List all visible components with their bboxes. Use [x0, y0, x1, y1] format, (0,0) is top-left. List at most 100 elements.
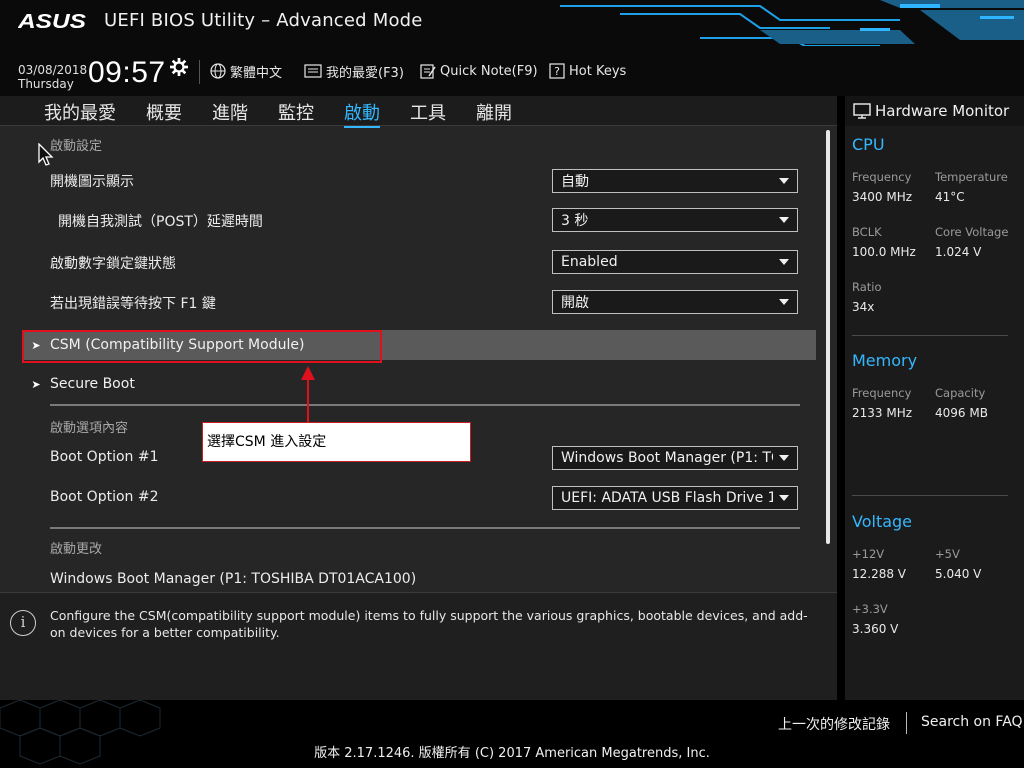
- voltage-3v3-label: +3.3V: [852, 602, 888, 616]
- tab-overview[interactable]: 概要: [146, 99, 182, 125]
- cpu-temperature-label: Temperature: [935, 170, 1008, 184]
- cpu-ratio-value: 34x: [852, 300, 875, 314]
- submenu-secure-boot[interactable]: ➤ Secure Boot: [22, 369, 816, 399]
- hot-keys-label: Hot Keys: [569, 63, 627, 79]
- last-changes-link[interactable]: 上一次的修改記錄: [778, 714, 890, 734]
- help-bar: i Configure the CSM(compatibility suppor…: [0, 592, 837, 700]
- select-post-delay[interactable]: 3 秒: [552, 208, 798, 232]
- search-faq-link[interactable]: Search on FAQ: [921, 714, 1023, 730]
- setting-label-numlock: 啟動數字鎖定鍵狀態: [50, 256, 176, 272]
- asus-logo: ASUS: [18, 11, 87, 32]
- hw-divider: [852, 335, 1008, 336]
- title-bar: ASUS UEFI BIOS Utility – Advanced Mode: [0, 0, 1024, 46]
- language-label: 繁體中文: [230, 65, 283, 81]
- cpu-frequency-value: 3400 MHz: [852, 190, 913, 204]
- language-button[interactable]: 繁體中文: [210, 62, 283, 81]
- setting-label-boot-option-2: Boot Option #2: [50, 489, 159, 505]
- select-value: 開啟: [561, 295, 589, 311]
- boot-override-item[interactable]: Windows Boot Manager (P1: TOSHIBA DT01AC…: [50, 571, 416, 587]
- clock-time: 09:57: [88, 56, 166, 89]
- setting-label-boot-logo: 開機圖示顯示: [50, 174, 134, 190]
- memory-capacity-value: 4096 MB: [935, 406, 988, 420]
- app-title: UEFI BIOS Utility – Advanced Mode: [104, 10, 423, 31]
- tab-exit[interactable]: 離開: [476, 99, 512, 125]
- tab-favorites[interactable]: 我的最愛: [44, 99, 116, 125]
- select-boot-option-1[interactable]: Windows Boot Manager (P1: TOSHIBA DT01AC…: [552, 446, 798, 470]
- callout-arrow-icon: [301, 366, 315, 424]
- cpu-bclk-value: 100.0 MHz: [852, 245, 916, 259]
- cpu-core-voltage-label: Core Voltage: [935, 225, 1009, 239]
- hot-keys-button[interactable]: ? Hot Keys: [549, 62, 626, 80]
- voltage-section-title: Voltage: [852, 512, 913, 531]
- help-key-icon: ?: [549, 63, 565, 79]
- main-panel: 我的最愛 概要 進階 監控 啟動 工具 離開 啟動設定 開機圖示顯示 自動 開機…: [0, 96, 837, 700]
- memory-section-title: Memory: [852, 351, 918, 370]
- cpu-core-voltage-value: 1.024 V: [935, 245, 982, 259]
- quick-note-button[interactable]: Quick Note(F9): [420, 62, 538, 80]
- quick-note-label: Quick Note(F9): [440, 63, 538, 79]
- tab-monitor[interactable]: 監控: [278, 99, 314, 125]
- dropdown-arrow-icon: [779, 495, 789, 501]
- voltage-12v-label: +12V: [852, 547, 885, 561]
- tab-bar: 我的最愛 概要 進階 監控 啟動 工具 離開: [0, 96, 837, 128]
- favorites-label: 我的最愛(F3): [326, 65, 404, 81]
- svg-text:ASUS: ASUS: [18, 11, 87, 32]
- chevron-right-icon: ➤: [31, 377, 41, 391]
- voltage-5v-value: 5.040 V: [935, 567, 982, 581]
- callout-box: 選擇CSM 進入設定: [202, 422, 471, 462]
- globe-icon: [210, 63, 226, 79]
- hardware-monitor-panel: Hardware Monitor CPU Frequency Temperatu…: [845, 96, 1024, 700]
- cpu-bclk-label: BCLK: [852, 225, 882, 239]
- date-display: 03/08/2018 Thursday: [18, 63, 87, 91]
- dropdown-arrow-icon: [779, 178, 789, 184]
- tab-advanced[interactable]: 進階: [212, 99, 248, 125]
- footer-divider: [906, 712, 907, 734]
- cpu-section-title: CPU: [852, 135, 885, 154]
- favorites-button[interactable]: 我的最愛(F3): [304, 62, 404, 81]
- section-title-boot-options: 啟動選項內容: [50, 421, 129, 436]
- mouse-cursor-icon: [38, 143, 54, 166]
- csm-highlight-box: [22, 330, 382, 363]
- select-boot-option-2[interactable]: UEFI: ADATA USB Flash Drive 1100: [552, 486, 798, 510]
- select-value: UEFI: ADATA USB Flash Drive 1100: [561, 490, 773, 506]
- dropdown-arrow-icon: [779, 259, 789, 265]
- voltage-5v-label: +5V: [935, 547, 960, 561]
- voltage-12v-value: 12.288 V: [852, 567, 907, 581]
- memory-frequency-value: 2133 MHz: [852, 406, 913, 420]
- help-description: Configure the CSM(compatibility support …: [50, 608, 808, 640]
- select-value: Enabled: [561, 254, 618, 270]
- gear-icon[interactable]: [170, 58, 188, 76]
- select-value: 3 秒: [561, 213, 589, 229]
- info-bar: 03/08/2018 Thursday 09:57 繁體中文 我的最愛(F3): [0, 46, 1024, 96]
- voltage-3v3-value: 3.360 V: [852, 622, 899, 636]
- monitor-icon: [853, 103, 871, 119]
- cpu-temperature-value: 41°C: [935, 190, 965, 204]
- select-wait-f1[interactable]: 開啟: [552, 290, 798, 314]
- tab-boot[interactable]: 啟動: [344, 99, 380, 128]
- select-boot-logo[interactable]: 自動: [552, 169, 798, 193]
- dropdown-arrow-icon: [779, 455, 789, 461]
- setting-label-post-delay: 開機自我測試（POST）延遲時間: [58, 214, 263, 230]
- divider: [50, 527, 800, 529]
- weekday-text: Thursday: [18, 77, 74, 91]
- cpu-frequency-label: Frequency: [852, 170, 912, 184]
- memory-frequency-label: Frequency: [852, 386, 912, 400]
- section-title-boot-config: 啟動設定: [50, 139, 103, 154]
- hardware-monitor-title: Hardware Monitor: [875, 102, 1010, 120]
- tab-tool[interactable]: 工具: [410, 99, 446, 125]
- svg-text:?: ?: [554, 65, 560, 78]
- favorites-icon: [304, 64, 322, 78]
- date-text: 03/08/2018: [18, 63, 88, 77]
- select-value: 自動: [561, 174, 589, 190]
- divider: [50, 404, 800, 406]
- version-info: 版本 2.17.1246. 版權所有 (C) 2017 American Meg…: [314, 746, 710, 761]
- toolbar-divider: [199, 60, 200, 84]
- setting-label-wait-f1: 若出現錯誤等待按下 F1 鍵: [50, 296, 216, 312]
- select-numlock[interactable]: Enabled: [552, 250, 798, 274]
- submenu-secure-boot-label: Secure Boot: [50, 376, 135, 392]
- select-value: Windows Boot Manager (P1: TOSHIBA DT01AC…: [561, 450, 773, 466]
- content-scrollbar[interactable]: [826, 130, 830, 544]
- setting-label-boot-option-1: Boot Option #1: [50, 449, 159, 465]
- note-icon: [420, 64, 436, 79]
- hw-divider: [852, 495, 1008, 496]
